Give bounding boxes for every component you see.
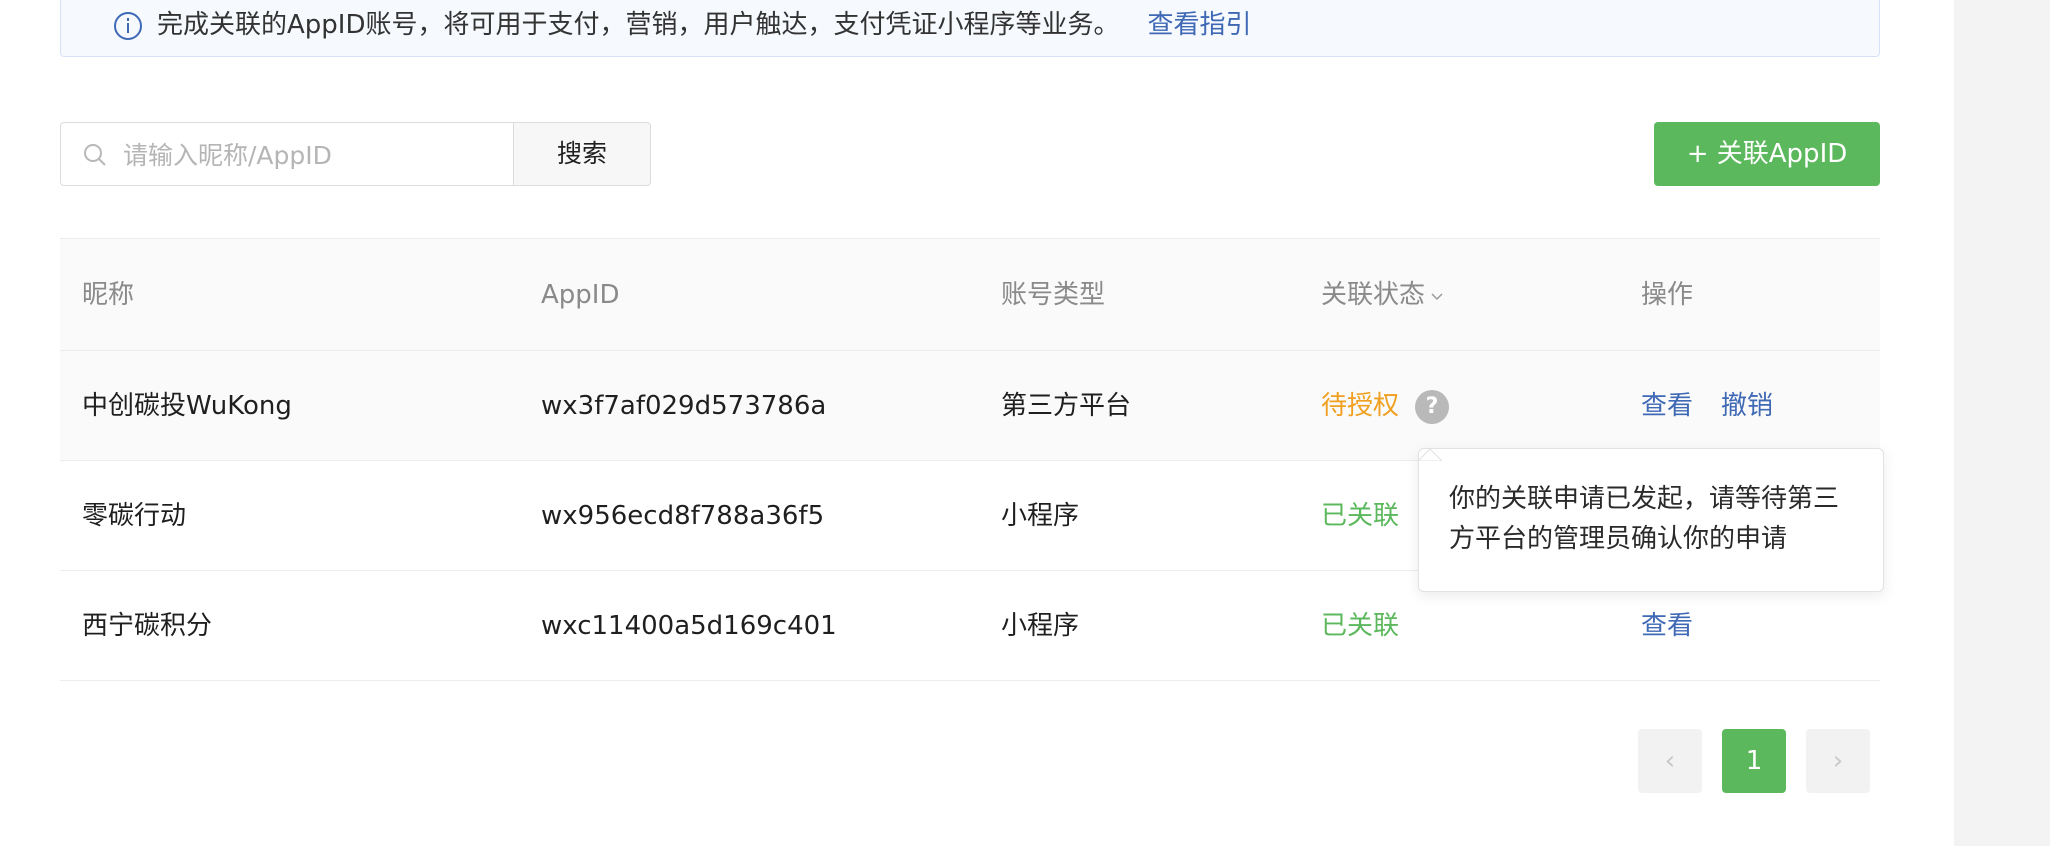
row-status: 已关联 (1321, 461, 1399, 571)
search-input[interactable] (123, 135, 503, 175)
prev-page-button[interactable]: ‹ (1638, 729, 1702, 793)
status-badge: 已关联 (1321, 611, 1400, 641)
revoke-link[interactable]: 撤销 (1721, 391, 1773, 421)
search-icon (84, 144, 106, 166)
notice-text: 完成关联的AppID账号，将可用于支付，营销，用户触达，支付凭证小程序等业务。 (157, 10, 1120, 40)
table-row: 中创碳投WuKong wx3f7af029d573786a 第三方平台 待授权?… (60, 351, 1880, 461)
table-header: 昵称 AppID 账号类型 关联状态 操作 (60, 238, 1880, 351)
status-tooltip: 你的关联申请已发起，请等待第三方平台的管理员确认你的申请 (1418, 448, 1884, 592)
add-appid-button[interactable]: + 关联AppID (1654, 122, 1880, 186)
row-status: 已关联 (1321, 571, 1399, 681)
header-ops: 操作 (1641, 280, 1694, 310)
view-guide-link[interactable]: 查看指引 (1147, 4, 1251, 41)
page: 完成关联的AppID账号，将可用于支付，营销，用户触达，支付凭证小程序等业务。 … (0, 0, 2050, 846)
row-appid: wxc11400a5d169c401 (541, 611, 837, 641)
status-badge: 已关联 (1321, 501, 1400, 531)
view-link[interactable]: 查看 (1641, 611, 1693, 641)
row-ops: 查看 撤销 (1641, 351, 1801, 461)
row-type: 小程序 (1001, 501, 1080, 531)
row-type: 小程序 (1001, 611, 1080, 641)
view-link[interactable]: 查看 (1641, 391, 1693, 421)
row-name: 中创碳投WuKong (82, 391, 292, 421)
right-gutter (1954, 0, 2050, 846)
row-appid: wx3f7af029d573786a (541, 391, 827, 421)
tooltip-text: 你的关联申请已发起，请等待第三方平台的管理员确认你的申请 (1449, 484, 1840, 554)
row-name: 西宁碳积分 (82, 611, 213, 641)
header-name: 昵称 (82, 280, 135, 310)
tooltip-arrow (1418, 448, 1442, 461)
header-status-label: 关联状态 (1321, 280, 1426, 310)
row-name: 零碳行动 (82, 501, 187, 531)
header-type: 账号类型 (1001, 280, 1106, 310)
search-box (60, 122, 514, 186)
row-appid: wx956ecd8f788a36f5 (541, 501, 825, 531)
status-badge: 待授权 (1321, 391, 1400, 421)
next-page-button[interactable]: › (1806, 729, 1870, 793)
page-number-button[interactable]: 1 (1722, 729, 1786, 793)
search-button[interactable]: 搜索 (513, 122, 651, 186)
help-icon[interactable]: ? (1415, 389, 1450, 424)
header-status[interactable]: 关联状态 (1321, 239, 1445, 352)
row-type: 第三方平台 (1001, 391, 1132, 421)
notice-banner: 完成关联的AppID账号，将可用于支付，营销，用户触达，支付凭证小程序等业务。 … (60, 0, 1880, 57)
chevron-down-icon[interactable] (1429, 288, 1445, 304)
info-icon (114, 12, 142, 40)
header-appid: AppID (541, 280, 620, 310)
